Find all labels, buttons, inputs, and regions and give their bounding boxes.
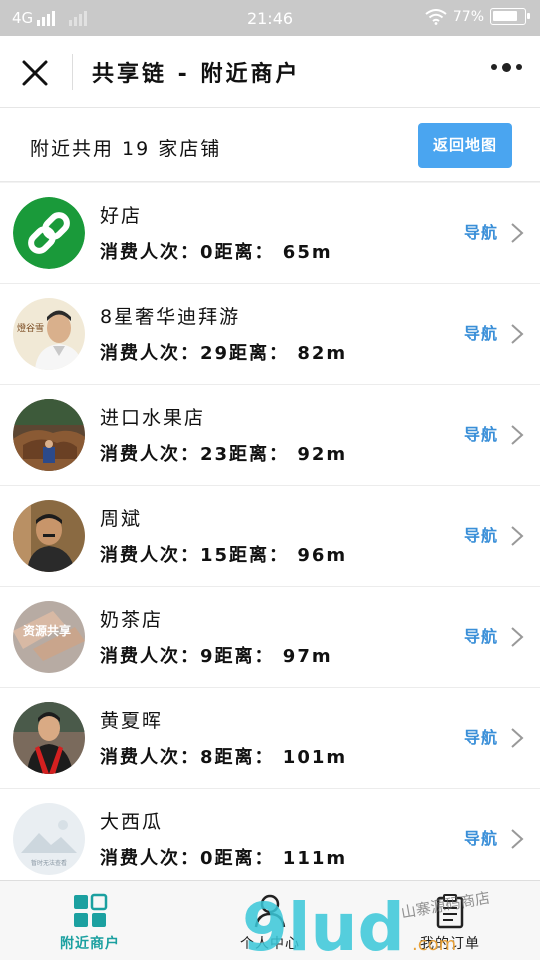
store-name: 周斌	[100, 508, 143, 530]
avatar	[13, 399, 85, 471]
chevron-right-icon	[511, 324, 524, 344]
title-bar: 共享链 - 附近商户	[0, 36, 540, 108]
list-item[interactable]: 资源共享 奶茶店 消费人次：9距离： 97m 导航	[0, 587, 540, 688]
navigate-link[interactable]: 导航	[464, 421, 498, 445]
chevron-right-icon	[511, 223, 524, 243]
navigate-link[interactable]: 导航	[464, 219, 498, 243]
avatar-photo	[13, 500, 85, 572]
avatar-text: 资源共享	[23, 623, 71, 638]
store-stats: 消费人次：0距离： 65m	[100, 242, 333, 263]
navigate-link[interactable]: 导航	[464, 724, 498, 748]
list-item[interactable]: 进口水果店 消费人次：23距离： 92m 导航	[0, 385, 540, 486]
navigate-link[interactable]: 导航	[464, 623, 498, 647]
store-name: 好店	[100, 205, 143, 227]
tab-label: 个人中心	[240, 936, 300, 952]
avatar-text: 暂时无法查看	[31, 859, 67, 867]
navigate-link[interactable]: 导航	[464, 825, 498, 849]
image-placeholder-icon: 暂时无法查看	[13, 803, 85, 875]
avatar	[13, 702, 85, 774]
store-stats: 消费人次：9距离： 97m	[100, 646, 333, 667]
store-stats: 消费人次：8距离： 101m	[100, 747, 348, 768]
store-stats: 消费人次：23距离： 92m	[100, 444, 348, 465]
avatar-photo	[13, 399, 85, 471]
tab-personal-center[interactable]: 个人中心	[180, 881, 360, 960]
avatar-photo	[13, 702, 85, 774]
store-name: 进口水果店	[100, 407, 206, 429]
chevron-right-icon	[511, 829, 524, 849]
list-item[interactable]: 周斌 消费人次：15距离： 96m 导航	[0, 486, 540, 587]
list-item[interactable]: 好店 消费人次：0距离： 65m 导航	[0, 183, 540, 284]
battery-percent: 77%	[452, 8, 484, 25]
page-title: 共享链 - 附近商户	[92, 62, 301, 87]
clipboard-icon	[436, 894, 464, 929]
store-stats: 消费人次：29距离： 82m	[100, 343, 348, 364]
status-bar: 4G 21:46 77%	[0, 0, 540, 36]
store-name: 奶茶店	[100, 609, 164, 631]
navigate-link[interactable]: 导航	[464, 522, 498, 546]
store-count-text: 附近共用 19 家店铺	[30, 138, 222, 160]
store-list: 好店 消费人次：0距离： 65m 导航 燈谷雪 8星奢华迪拜游 消费人次：29距…	[0, 183, 540, 890]
avatar: 燈谷雪	[13, 298, 85, 370]
avatar: 暂时无法查看	[13, 803, 85, 875]
list-item[interactable]: 燈谷雪 8星奢华迪拜游 消费人次：29距离： 82m 导航	[0, 284, 540, 385]
tab-label: 附近商户	[60, 936, 120, 952]
wifi-icon	[425, 8, 447, 25]
tab-bar: 附近商户 个人中心 我的订单	[0, 880, 540, 960]
person-icon	[254, 894, 286, 928]
store-stats: 消费人次：15距离： 96m	[100, 545, 348, 566]
list-item[interactable]: 黄夏晖 消费人次：8距离： 101m 导航	[0, 688, 540, 789]
close-icon[interactable]	[20, 58, 50, 88]
grid-icon	[74, 893, 108, 927]
chevron-right-icon	[511, 526, 524, 546]
title-divider	[72, 54, 73, 90]
store-stats: 消费人次：0距离： 111m	[100, 848, 348, 869]
store-name: 8星奢华迪拜游	[100, 306, 241, 328]
tab-my-orders[interactable]: 我的订单	[360, 881, 540, 960]
avatar-text: 燈谷雪	[17, 322, 44, 334]
navigate-link[interactable]: 导航	[464, 320, 498, 344]
chevron-right-icon	[511, 627, 524, 647]
avatar: 资源共享	[13, 601, 85, 673]
battery-icon	[490, 8, 530, 25]
link-icon	[13, 197, 85, 269]
store-name: 黄夏晖	[100, 710, 164, 732]
chevron-right-icon	[511, 728, 524, 748]
tab-nearby-merchants[interactable]: 附近商户	[0, 881, 180, 960]
chevron-right-icon	[511, 425, 524, 445]
avatar-photo: 资源共享	[13, 601, 85, 673]
avatar	[13, 197, 85, 269]
avatar	[13, 500, 85, 572]
more-menu-icon[interactable]	[491, 62, 522, 72]
summary-bar: 附近共用 19 家店铺 返回地图	[0, 108, 540, 182]
avatar-photo: 燈谷雪	[13, 298, 85, 370]
status-right: 77%	[425, 8, 530, 25]
store-name: 大西瓜	[100, 811, 164, 833]
list-item[interactable]: 暂时无法查看 大西瓜 消费人次：0距离： 111m 导航	[0, 789, 540, 890]
back-to-map-button[interactable]: 返回地图	[418, 123, 512, 168]
tab-label: 我的订单	[420, 936, 480, 952]
